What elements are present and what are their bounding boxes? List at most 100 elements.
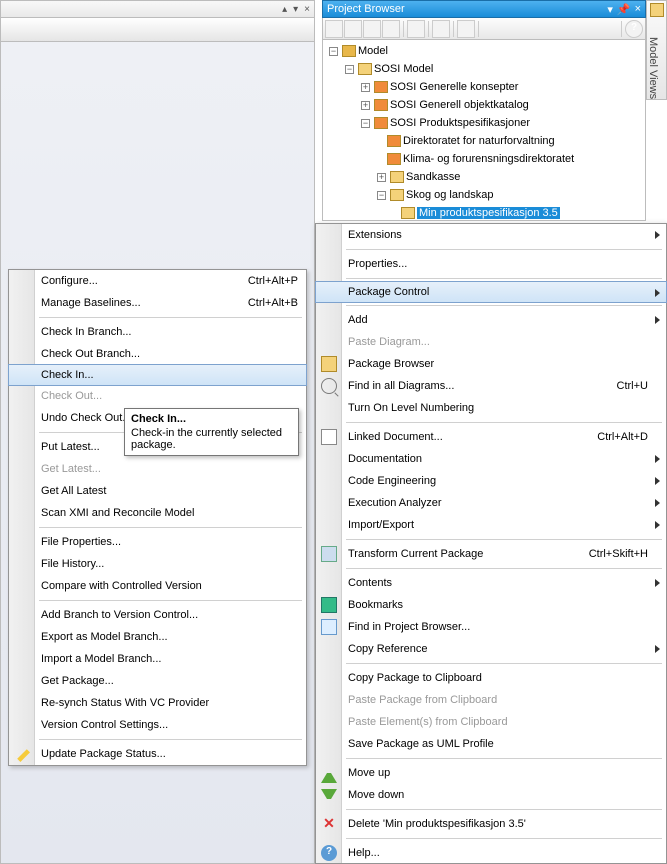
menu-item-label: Compare with Controlled Version xyxy=(41,575,202,597)
tree-row[interactable]: −SOSI Produktspesifikasjoner xyxy=(325,114,643,132)
submenu-arrow-icon xyxy=(655,231,660,239)
tree-row-selected[interactable]: Min produktspesifikasjon 3.5 xyxy=(325,204,643,221)
menu-item-label: Update Package Status... xyxy=(41,743,166,765)
submenu-arrow-icon xyxy=(655,521,660,529)
dropdown-icon[interactable]: ▾ xyxy=(293,4,298,15)
menu-item-label: Export as Model Branch... xyxy=(41,626,168,648)
sub-manage-baselines[interactable]: Manage Baselines... Ctrl+Alt+B xyxy=(9,292,306,314)
submenu-arrow-icon xyxy=(655,316,660,324)
move-down-icon[interactable] xyxy=(575,20,593,38)
sub-check-out-branch[interactable]: Check Out Branch... xyxy=(9,343,306,365)
package-icon xyxy=(387,135,401,147)
pin-icon[interactable]: 📌 xyxy=(617,3,631,16)
tree-row[interactable]: +Sandkasse xyxy=(325,168,643,186)
sub-file-properties[interactable]: File Properties... xyxy=(9,531,306,553)
move-up-icon[interactable] xyxy=(507,20,525,38)
project-tree[interactable]: −Model −SOSI Model +SOSI Generelle konse… xyxy=(322,40,646,221)
menu-item-label: Manage Baselines... xyxy=(41,292,141,314)
sub-add-branch-to-version-control[interactable]: Add Branch to Version Control... xyxy=(9,604,306,626)
sub-file-history[interactable]: File History... xyxy=(9,553,306,575)
close-icon[interactable]: × xyxy=(635,3,641,16)
submenu-arrow-icon xyxy=(655,645,660,653)
toolbar-button[interactable] xyxy=(325,20,343,38)
tree-row[interactable]: +SOSI Generelle konsepter xyxy=(325,78,643,96)
sub-import-a-model-branch[interactable]: Import a Model Branch... xyxy=(9,648,306,670)
tooltip-body: Check-in the currently selected package. xyxy=(131,427,282,451)
collapse-icon[interactable]: ▴ xyxy=(282,4,287,15)
tree-row[interactable]: −Model xyxy=(325,42,643,60)
sub-get-all-latest[interactable]: Get All Latest xyxy=(9,480,306,502)
menu-item-label: Package Control xyxy=(348,281,429,303)
model-views-icon xyxy=(650,3,664,17)
sub-get-latest: Get Latest... xyxy=(9,458,306,480)
help-icon[interactable]: ? xyxy=(625,20,643,38)
sub-check-in-branch[interactable]: Check In Branch... xyxy=(9,321,306,343)
sub-scan-xmi-and-reconcile-model[interactable]: Scan XMI and Reconcile Model xyxy=(9,502,306,524)
package-icon xyxy=(401,207,415,219)
menu-item-label: Put Latest... xyxy=(41,436,100,458)
menu-separator xyxy=(39,739,302,740)
sub-export-as-model-branch[interactable]: Export as Model Branch... xyxy=(9,626,306,648)
dropdown-icon[interactable]: ▾ xyxy=(607,3,613,16)
tooltip-title: Check In... xyxy=(131,413,292,425)
menu-item-label: Undo Check Out... xyxy=(41,407,132,429)
sub-check-in[interactable]: Check In... xyxy=(8,364,307,386)
ctx-package-control[interactable]: Package Control xyxy=(315,281,667,303)
menu-separator xyxy=(39,317,302,318)
package-icon xyxy=(358,63,372,75)
package-icon xyxy=(374,81,388,93)
menu-item-label: Check Out... xyxy=(41,385,102,407)
menu-item-label: Configure... xyxy=(41,270,98,292)
toolbar-button[interactable] xyxy=(344,20,362,38)
tooltip: Check In... Check-in the currently selec… xyxy=(124,408,299,456)
sub-get-package[interactable]: Get Package... xyxy=(9,670,306,692)
tree-row[interactable]: +SOSI Generell objektkatalog xyxy=(325,96,643,114)
submenu-arrow-icon xyxy=(655,499,660,507)
submenu-arrow-icon xyxy=(655,579,660,587)
menu-item-label: Import a Model Branch... xyxy=(41,648,161,670)
sub-re-synch-status-with-vc-provider[interactable]: Re-synch Status With VC Provider xyxy=(9,692,306,714)
package-icon xyxy=(374,99,388,111)
close-icon[interactable]: × xyxy=(304,4,310,15)
submenu-arrow-icon xyxy=(655,477,660,485)
menu-item-label: Version Control Settings... xyxy=(41,714,168,736)
package-icon xyxy=(387,153,401,165)
menu-item-label: Add Branch to Version Control... xyxy=(41,604,198,626)
project-browser-toolbar: ? xyxy=(322,18,646,40)
side-tab-model-views[interactable]: Model Views xyxy=(646,0,667,100)
tree-row[interactable]: Direktoratet for naturforvaltning xyxy=(325,132,643,150)
menu-separator xyxy=(39,600,302,601)
menu-shortcut: Ctrl+Alt+P xyxy=(248,270,298,292)
sub-check-out: Check Out... xyxy=(9,385,306,407)
menu-item-label: Check In... xyxy=(41,364,94,386)
tree-row[interactable]: Klima- og forurensningsdirektoratet xyxy=(325,150,643,168)
toolbar-button[interactable] xyxy=(407,20,425,38)
package-icon xyxy=(390,189,404,201)
project-browser-panel: Project Browser ▾ 📌 × ? −Model −SOSI Mod… xyxy=(322,0,646,864)
left-panel-titlebar: ▴ ▾ × xyxy=(0,0,315,18)
menu-item-label: Scan XMI and Reconcile Model xyxy=(41,502,194,524)
toolbar-button[interactable] xyxy=(432,20,450,38)
menu-item-label: Get Latest... xyxy=(41,458,101,480)
project-browser-titlebar: Project Browser ▾ 📌 × xyxy=(322,0,646,18)
sub-compare-with-controlled-version[interactable]: Compare with Controlled Version xyxy=(9,575,306,597)
menu-item-label: File Properties... xyxy=(41,531,121,553)
menu-separator xyxy=(39,527,302,528)
sub-version-control-settings[interactable]: Version Control Settings... xyxy=(9,714,306,736)
menu-shortcut: Ctrl+Alt+B xyxy=(248,292,298,314)
package-icon xyxy=(374,117,388,129)
tree-row[interactable]: −SOSI Model xyxy=(325,60,643,78)
toolbar-button[interactable] xyxy=(382,20,400,38)
package-icon xyxy=(390,171,404,183)
menu-item-label: Get Package... xyxy=(41,670,114,692)
menu-item-label: Check In Branch... xyxy=(41,321,132,343)
sub-configure[interactable]: Configure... Ctrl+Alt+P xyxy=(9,270,306,292)
menu-item-label: File History... xyxy=(41,553,104,575)
tree-row[interactable]: −Skog og landskap xyxy=(325,186,643,204)
pencil-icon xyxy=(14,746,30,762)
left-toolbar xyxy=(0,18,315,42)
toolbar-button[interactable] xyxy=(457,20,475,38)
submenu-arrow-icon xyxy=(655,455,660,463)
toolbar-button[interactable] xyxy=(363,20,381,38)
sub-update-package-status[interactable]: Update Package Status... xyxy=(9,743,306,765)
